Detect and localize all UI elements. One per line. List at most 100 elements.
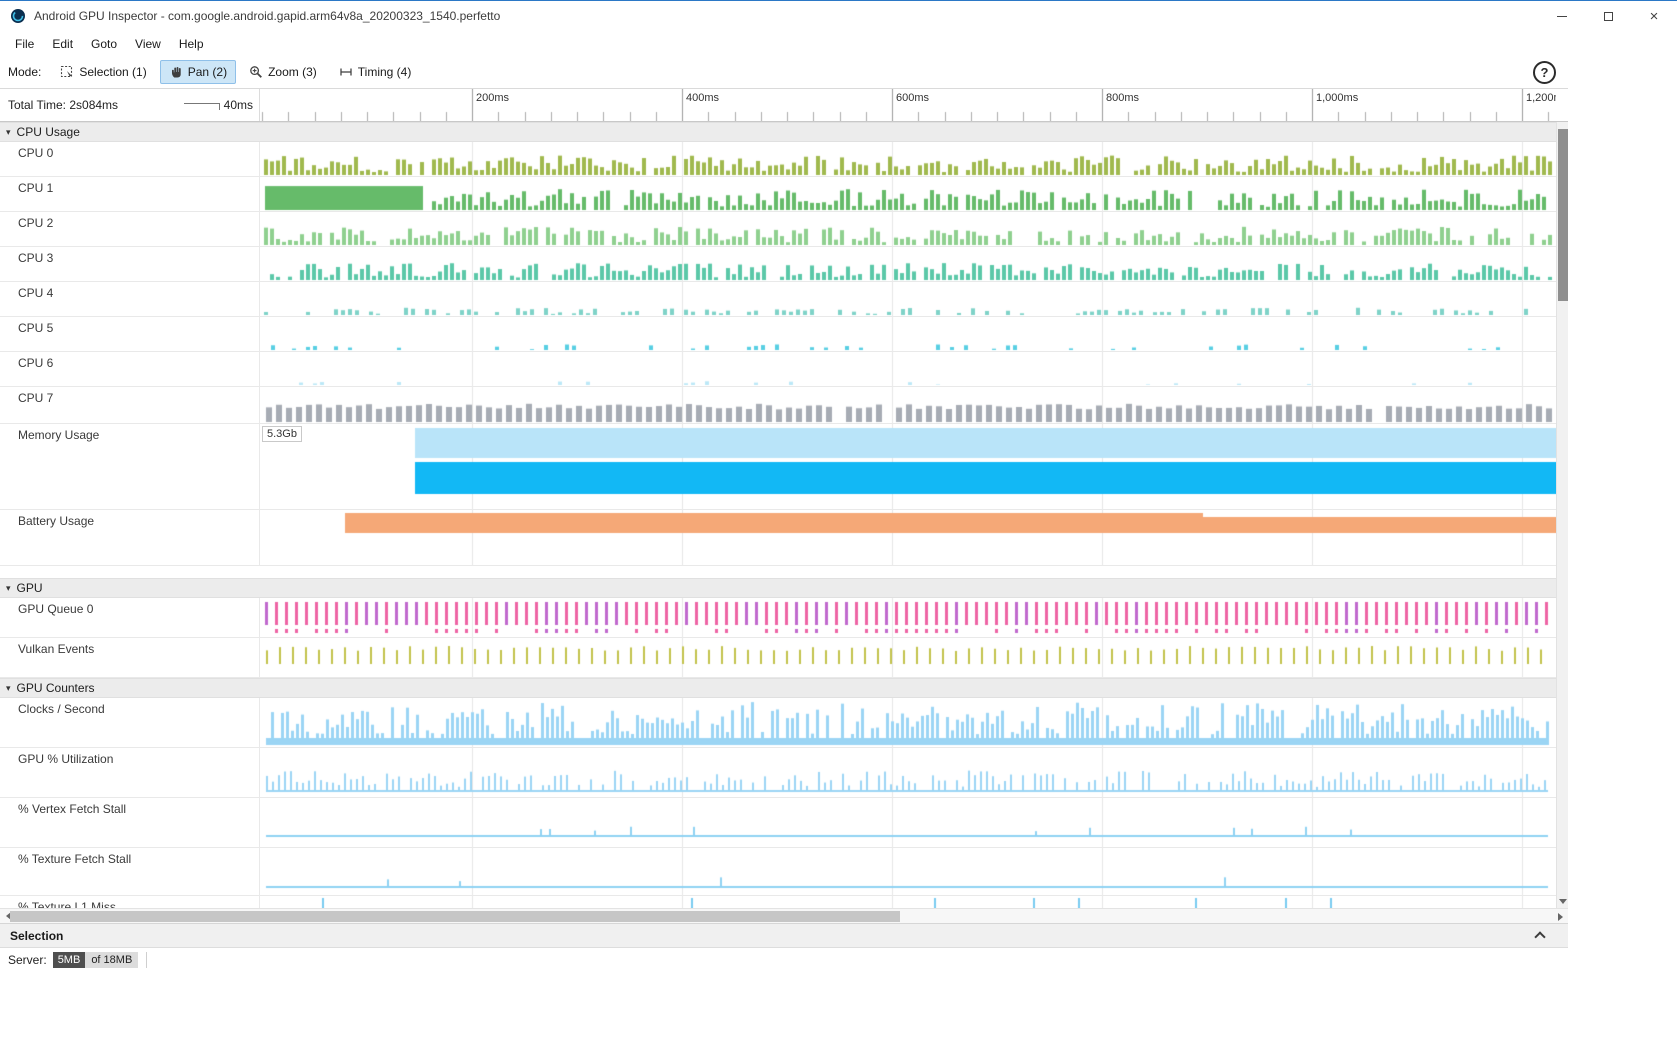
- track-canvas-battery-usage[interactable]: [260, 510, 1556, 565]
- track-label: CPU 6: [0, 352, 260, 386]
- track-plot[interactable]: [260, 848, 1556, 895]
- track-row-cpu-1[interactable]: CPU 1: [0, 177, 1556, 212]
- track-plot[interactable]: [260, 896, 1556, 908]
- track-canvas-memory-usage[interactable]: [260, 424, 1556, 509]
- track-row-vulkan-events[interactable]: Vulkan Events: [0, 638, 1556, 678]
- track-row-cpu-3[interactable]: CPU 3: [0, 247, 1556, 282]
- ruler-scale-area[interactable]: 200ms 400ms 600ms 800ms 1,000ms 1,200ms: [260, 89, 1556, 121]
- horizontal-scrollbar-thumb[interactable]: [10, 911, 900, 922]
- track-plot[interactable]: [260, 748, 1556, 797]
- menubar: File Edit Goto View Help: [0, 31, 1677, 56]
- group-header-gpu[interactable]: ▾GPU: [0, 578, 1556, 598]
- track-plot[interactable]: [260, 352, 1556, 386]
- track-plot[interactable]: [260, 247, 1556, 281]
- track-canvas-cpu-6[interactable]: [260, 352, 1556, 386]
- track-plot[interactable]: [260, 387, 1556, 423]
- menu-edit[interactable]: Edit: [43, 33, 82, 55]
- bottom-filler: [0, 971, 1568, 1039]
- track-row-battery-usage[interactable]: Battery Usage: [0, 510, 1556, 566]
- track-row-cpu-2[interactable]: CPU 2: [0, 212, 1556, 247]
- zoom-mode-button[interactable]: Zoom (3): [240, 60, 326, 84]
- track-plot[interactable]: [260, 698, 1556, 747]
- track-plot[interactable]: [260, 317, 1556, 351]
- selection-mode-button[interactable]: Selection (1): [51, 60, 155, 84]
- track-label: CPU 5: [0, 317, 260, 351]
- pan-mode-button[interactable]: Pan (2): [160, 60, 236, 84]
- track-row-texture-l1-miss[interactable]: % Texture L1 Miss: [0, 896, 1556, 908]
- menu-goto[interactable]: Goto: [82, 33, 126, 55]
- track-canvas-cpu-4[interactable]: [260, 282, 1556, 316]
- track-plot[interactable]: [260, 510, 1556, 565]
- collapse-caret-icon[interactable]: ▾: [6, 127, 11, 138]
- track-plot[interactable]: [260, 177, 1556, 211]
- pan-hand-icon: [169, 65, 183, 79]
- minimize-button[interactable]: [1539, 1, 1585, 31]
- timing-mode-button[interactable]: Timing (4): [330, 60, 421, 84]
- menu-file[interactable]: File: [6, 33, 43, 55]
- total-time-label: Total Time: 2s084ms: [8, 98, 118, 112]
- scroll-down-button[interactable]: [1557, 894, 1569, 908]
- server-memory-badge: 5MB of 18MB: [53, 952, 139, 968]
- track-canvas-cpu-2[interactable]: [260, 212, 1556, 246]
- track-canvas-texture-fetch-stall[interactable]: [260, 848, 1556, 895]
- minimize-icon: [1557, 16, 1567, 17]
- collapse-caret-icon[interactable]: ▾: [6, 683, 11, 694]
- group-label: CPU Usage: [17, 125, 80, 139]
- track-plot[interactable]: [260, 638, 1556, 677]
- track-row-cpu-7[interactable]: CPU 7: [0, 387, 1556, 424]
- menu-view[interactable]: View: [126, 33, 170, 55]
- track-row-vertex-fetch-stall[interactable]: % Vertex Fetch Stall: [0, 798, 1556, 848]
- maximize-icon: [1604, 12, 1613, 21]
- track-row-texture-fetch-stall[interactable]: % Texture Fetch Stall: [0, 848, 1556, 896]
- menu-help[interactable]: Help: [170, 33, 213, 55]
- track-canvas-vertex-fetch-stall[interactable]: [260, 798, 1556, 847]
- expand-panel-chevron-icon[interactable]: [1534, 931, 1545, 942]
- track-canvas-cpu-5[interactable]: [260, 317, 1556, 351]
- collapse-caret-icon[interactable]: ▾: [6, 583, 11, 594]
- track-plot[interactable]: [260, 212, 1556, 246]
- close-icon: ×: [1650, 9, 1659, 24]
- selection-panel-header[interactable]: Selection: [0, 923, 1568, 947]
- track-plot[interactable]: [260, 142, 1556, 176]
- track-label: Clocks / Second: [0, 698, 260, 747]
- timing-icon: [339, 65, 353, 79]
- help-button[interactable]: ?: [1533, 61, 1556, 84]
- track-canvas-gpu-queue-0[interactable]: [260, 598, 1556, 637]
- vertical-scrollbar-thumb[interactable]: [1558, 129, 1568, 301]
- vertical-scrollbar[interactable]: [1556, 122, 1568, 908]
- track-row-gpu-utilization[interactable]: GPU % Utilization: [0, 748, 1556, 798]
- track-canvas-cpu-0[interactable]: [260, 142, 1556, 176]
- track-canvas-cpu-1[interactable]: [260, 177, 1556, 211]
- scroll-right-button[interactable]: [1552, 909, 1568, 924]
- track-row-memory-usage[interactable]: Memory Usage5.3Gb: [0, 424, 1556, 510]
- track-row-cpu-5[interactable]: CPU 5: [0, 317, 1556, 352]
- tick-label-400ms: 400ms: [686, 92, 719, 104]
- tick-label-600ms: 600ms: [896, 92, 929, 104]
- track-row-cpu-6[interactable]: CPU 6: [0, 352, 1556, 387]
- server-memory-used: 5MB: [53, 952, 86, 968]
- group-header-cpu-usage[interactable]: ▾ CPU Usage: [0, 122, 1556, 142]
- track-row-cpu-4[interactable]: CPU 4: [0, 282, 1556, 317]
- track-row-cpu-0[interactable]: CPU 0: [0, 142, 1556, 177]
- track-canvas-vulkan-events[interactable]: [260, 638, 1556, 677]
- scale-bracket-icon: [184, 103, 220, 110]
- tracks-viewport[interactable]: ▾ CPU Usage CPU 0CPU 1CPU 2CPU 3CPU 4CPU 5…: [0, 122, 1556, 908]
- track-canvas-clocks-second[interactable]: [260, 698, 1556, 747]
- track-canvas-cpu-7[interactable]: [260, 387, 1556, 423]
- track-row-gpu-queue-0[interactable]: GPU Queue 0: [0, 598, 1556, 638]
- track-label: % Vertex Fetch Stall: [0, 798, 260, 847]
- track-plot[interactable]: [260, 798, 1556, 847]
- maximize-button[interactable]: [1585, 1, 1631, 31]
- window-title: Android GPU Inspector - com.google.andro…: [34, 9, 500, 23]
- server-label: Server:: [8, 953, 47, 967]
- track-canvas-cpu-3[interactable]: [260, 247, 1556, 281]
- track-row-clocks-second[interactable]: Clocks / Second: [0, 698, 1556, 748]
- close-button[interactable]: ×: [1631, 1, 1677, 31]
- track-plot[interactable]: [260, 598, 1556, 637]
- track-plot[interactable]: 5.3Gb: [260, 424, 1556, 509]
- track-canvas-texture-l1-miss[interactable]: [260, 896, 1556, 908]
- track-plot[interactable]: [260, 282, 1556, 316]
- group-header-gpu-counters[interactable]: ▾GPU Counters: [0, 678, 1556, 698]
- horizontal-scrollbar[interactable]: [0, 908, 1568, 923]
- track-canvas-gpu-utilization[interactable]: [260, 748, 1556, 797]
